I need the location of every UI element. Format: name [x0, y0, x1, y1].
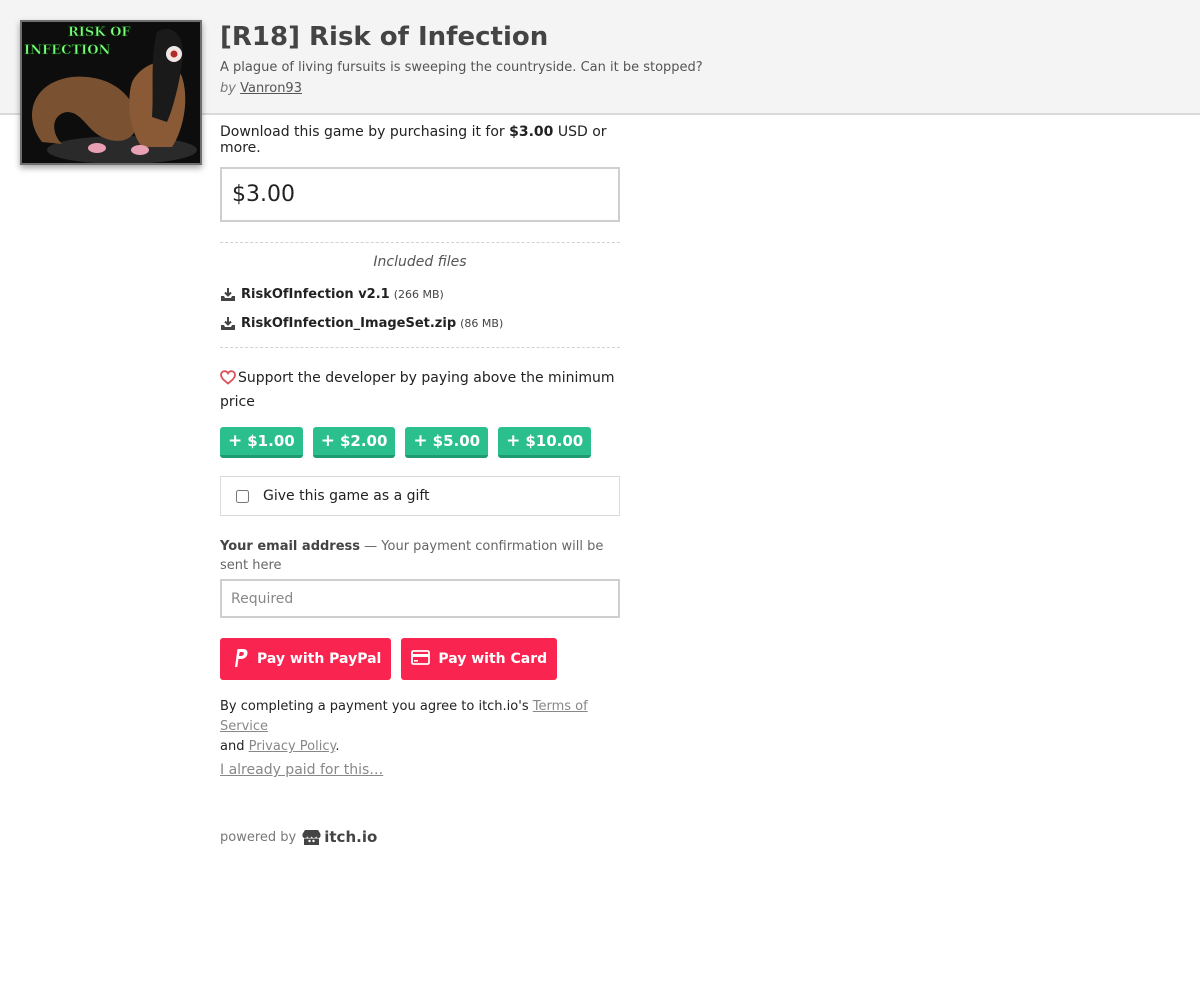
file-item: RiskOfInfection_ImageSet.zip (86 MB)	[220, 309, 620, 338]
legal-notice: By completing a payment you agree to itc…	[220, 697, 620, 757]
gift-checkbox[interactable]	[236, 489, 249, 503]
download-icon	[220, 316, 236, 332]
tip-button-10[interactable]: + $10.00	[498, 427, 592, 458]
support-text: Support the developer by paying above th…	[220, 370, 615, 410]
already-paid-link[interactable]: I already paid for this…	[220, 762, 383, 778]
included-files-title: Included files	[373, 254, 467, 270]
itch-io-logo[interactable]: itch.io	[302, 828, 377, 846]
included-files: Included files RiskOfInfection v2.1 (266…	[220, 242, 620, 348]
price-intro-prefix: Download this game by purchasing it for	[220, 124, 505, 140]
plus-icon: +	[506, 431, 521, 451]
page-title: [R18] Risk of Infection	[220, 22, 549, 52]
tip-amount: $2.00	[339, 432, 388, 450]
paypal-label: Pay with PayPal	[257, 651, 382, 667]
payment-buttons: Pay with PayPal Pay with Card	[220, 638, 620, 680]
by-label: by	[220, 81, 236, 96]
file-item: RiskOfInfection v2.1 (266 MB)	[220, 280, 620, 309]
file-size: (266 MB)	[393, 288, 444, 301]
game-tagline: A plague of living fursuits is sweeping …	[220, 60, 703, 75]
cover-title-line2: INFECTION	[24, 43, 111, 58]
privacy-policy-link[interactable]: Privacy Policy	[249, 739, 336, 754]
powered-by: powered by itch.io	[220, 828, 620, 846]
already-paid: I already paid for this…	[220, 762, 620, 778]
paypal-icon	[230, 647, 249, 672]
plus-icon: +	[320, 431, 335, 451]
plus-icon: +	[413, 431, 428, 451]
support-developer: Support the developer by paying above th…	[220, 368, 620, 413]
itch-io-brand: itch.io	[324, 828, 378, 846]
purchase-form: Download this game by purchasing it for …	[220, 124, 620, 846]
tip-button-5[interactable]: + $5.00	[405, 427, 489, 458]
itch-io-icon	[302, 829, 321, 845]
price-input[interactable]: $3.00	[220, 167, 620, 222]
file-name: RiskOfInfection_ImageSet.zip	[241, 316, 457, 331]
gift-label: Give this game as a gift	[263, 488, 430, 504]
cover-title-line1: RISK OF	[68, 25, 131, 40]
email-field[interactable]	[220, 579, 620, 618]
heart-icon	[220, 370, 236, 392]
price-intro: Download this game by purchasing it for …	[220, 124, 620, 156]
legal-period: .	[335, 739, 340, 754]
file-size: (86 MB)	[460, 317, 504, 330]
legal-prefix: By completing a payment you agree to itc…	[220, 699, 529, 714]
tip-button-1[interactable]: + $1.00	[220, 427, 303, 458]
minimum-price: $3.00	[509, 124, 554, 140]
legal-and: and	[220, 739, 245, 754]
download-icon	[220, 287, 236, 303]
byline: by Vanron93	[220, 81, 302, 96]
game-cover-image[interactable]: RISK OF INFECTION	[20, 20, 202, 165]
file-name: RiskOfInfection v2.1	[241, 287, 390, 302]
tip-amount: $5.00	[432, 432, 481, 450]
powered-by-label: powered by	[220, 829, 297, 845]
plus-icon: +	[228, 431, 243, 451]
tip-buttons: + $1.00 + $2.00 + $5.00 + $10.00	[220, 427, 620, 458]
pay-with-card-button[interactable]: Pay with Card	[401, 638, 558, 680]
tip-amount: $10.00	[525, 432, 584, 450]
pay-with-paypal-button[interactable]: Pay with PayPal	[220, 638, 392, 680]
gift-option[interactable]: Give this game as a gift	[220, 476, 620, 516]
email-label-title: Your email address	[220, 539, 361, 554]
email-label: Your email address — Your payment confir…	[220, 537, 620, 575]
tip-amount: $1.00	[247, 432, 295, 450]
author-link[interactable]: Vanron93	[240, 81, 302, 96]
tip-button-2[interactable]: + $2.00	[312, 427, 396, 458]
card-label: Pay with Card	[438, 651, 548, 667]
credit-card-icon	[411, 649, 431, 669]
